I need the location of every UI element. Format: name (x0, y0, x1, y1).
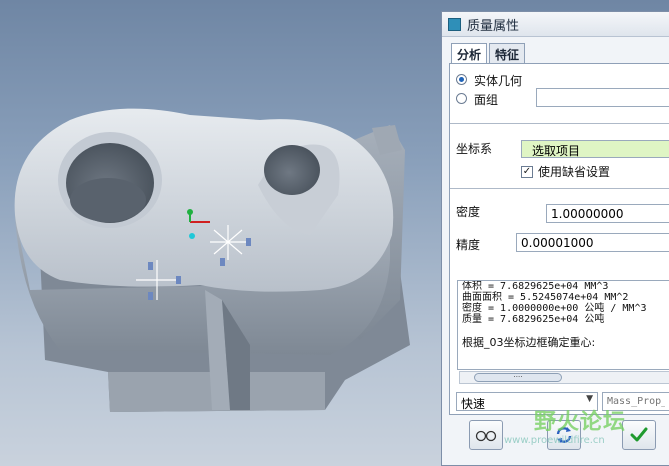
scrollbar-thumb[interactable]: ···· (474, 373, 562, 382)
divider (450, 188, 669, 189)
coord-system-collector[interactable]: 选取项目 (521, 140, 669, 158)
dialog-titlebar[interactable]: 质量属性 (442, 12, 669, 37)
use-default-label: 使用缺省设置 (538, 165, 611, 179)
quilt-label: 面组 (474, 93, 499, 107)
watermark-title: 野火论坛 (534, 410, 627, 435)
precision-input[interactable]: 0.00001000 (516, 233, 669, 252)
dialog-title: 质量属性 (467, 18, 520, 34)
results-textbox[interactable]: 体积 = 7.6829625e+04 MM^3 曲面面积 = 5.5245074… (457, 280, 669, 370)
quilt-select-field[interactable] (536, 88, 669, 107)
surface-area-line: 曲面面积 = 5.5245074e+04 MM^2 (462, 292, 629, 303)
3d-viewport[interactable] (0, 0, 445, 466)
app-icon (448, 17, 461, 31)
use-default-checkbox[interactable]: ✓ (521, 166, 533, 178)
mass-properties-dialog: 质量属性 分析 特征 实体几何 面组 坐标系 选取项目 ✓ 使用缺省设置 密度 … (441, 11, 669, 466)
preview-button[interactable] (469, 420, 503, 450)
solid-geometry-label: 实体几何 (474, 74, 523, 88)
tab-feature[interactable]: 特征 (489, 43, 526, 63)
solid-geometry-radio[interactable] (456, 74, 467, 85)
density-line: 密度 = 1.0000000e+00 公吨 / MM^3 (462, 303, 647, 314)
density-label: 密度 (456, 205, 481, 219)
chevron-down-icon: ▼ (586, 394, 593, 404)
precision-label: 精度 (456, 238, 481, 252)
mass-line: 质量 = 7.6829625e+04 公吨 (462, 314, 605, 325)
part-model (14, 108, 410, 412)
results-scrollbar[interactable]: ···· (459, 371, 669, 384)
quilt-radio[interactable] (456, 93, 467, 104)
tab-strip: 分析 特征 (451, 43, 527, 66)
center-of-gravity-line: 根据_03坐标边框确定重心: (462, 336, 596, 349)
volume-line: 体积 = 7.6829625e+04 MM^3 (462, 281, 609, 292)
watermark-url: www.proewildfire.cn (504, 435, 605, 446)
divider (450, 123, 669, 124)
site-watermark: 野火论坛 www.proewildfire.cn (500, 404, 669, 464)
glasses-icon (475, 430, 497, 442)
mode-value: 快速 (461, 397, 486, 411)
coord-system-label: 坐标系 (456, 142, 493, 156)
density-input[interactable]: 1.00000000 (546, 204, 669, 223)
